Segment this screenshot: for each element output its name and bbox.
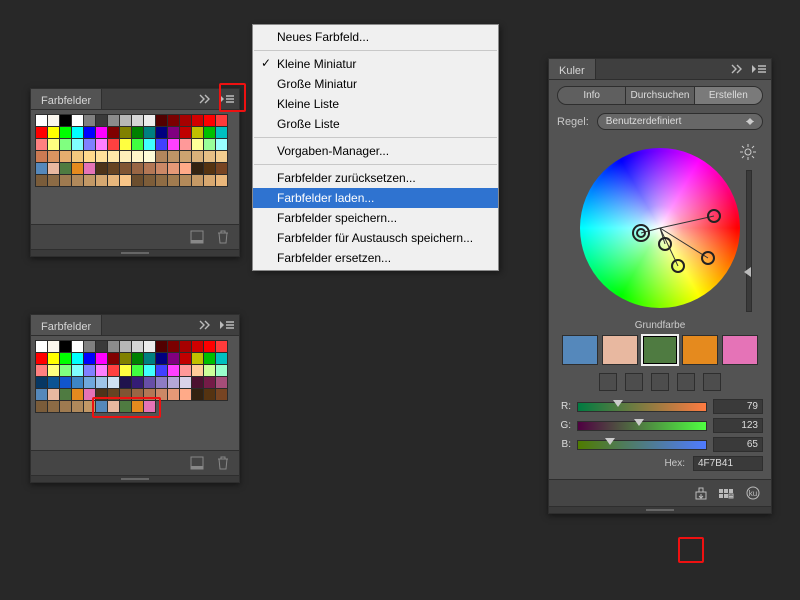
tab-browse[interactable]: Durchsuchen bbox=[626, 87, 694, 104]
b-value[interactable]: 65 bbox=[713, 437, 763, 452]
r-slider[interactable] bbox=[577, 402, 707, 412]
theme-swatch[interactable] bbox=[602, 335, 638, 365]
swatches-panel-top: Farbfelder bbox=[30, 88, 240, 257]
trash-icon[interactable] bbox=[215, 229, 231, 245]
menu-item[interactable]: Große Miniatur bbox=[253, 74, 498, 94]
panel-tabbar: Farbfelder bbox=[31, 315, 239, 336]
brightness-icon bbox=[740, 144, 756, 163]
menu-item[interactable]: Farbfelder für Austausch speichern... bbox=[253, 228, 498, 248]
panel-resize-grip[interactable] bbox=[31, 249, 239, 256]
menu-item[interactable]: Große Liste bbox=[253, 114, 498, 134]
r-label: R: bbox=[557, 401, 571, 412]
g-label: G: bbox=[557, 420, 571, 431]
brightness-slider[interactable] bbox=[746, 170, 752, 312]
double-arrow-icon[interactable] bbox=[729, 61, 745, 77]
menu-item[interactable]: Kleine Liste bbox=[253, 94, 498, 114]
color-wheel[interactable] bbox=[570, 138, 750, 318]
trash-icon[interactable] bbox=[215, 455, 231, 471]
theme-swatch[interactable] bbox=[722, 335, 758, 365]
panel-menu-icon[interactable] bbox=[219, 317, 235, 333]
swatch[interactable] bbox=[215, 174, 228, 187]
new-swatch-icon[interactable] bbox=[189, 229, 205, 245]
theme-swatch[interactable] bbox=[642, 335, 678, 365]
panel-tabbar: Farbfelder bbox=[31, 89, 239, 110]
b-slider[interactable] bbox=[577, 440, 707, 450]
tab-create[interactable]: Erstellen bbox=[695, 87, 762, 104]
menu-item[interactable]: Farbfelder zurücksetzen... bbox=[253, 168, 498, 188]
b-label: B: bbox=[557, 439, 571, 450]
mini-icon[interactable] bbox=[599, 373, 617, 391]
g-slider[interactable] bbox=[577, 421, 707, 431]
panel-footer bbox=[31, 224, 239, 249]
kuler-mode-segment[interactable]: Info Durchsuchen Erstellen bbox=[557, 86, 763, 105]
mini-icon[interactable] bbox=[677, 373, 695, 391]
theme-swatches[interactable] bbox=[557, 335, 763, 365]
swatches-panel-bottom: Farbfelder bbox=[30, 314, 240, 483]
tab-swatches[interactable]: Farbfelder bbox=[31, 315, 102, 335]
upload-icon[interactable]: ku bbox=[745, 485, 761, 501]
highlight-add-swatches bbox=[678, 537, 704, 563]
panel-resize-grip[interactable] bbox=[31, 475, 239, 482]
g-value[interactable]: 123 bbox=[713, 418, 763, 433]
panel-tabbar: Kuler bbox=[549, 59, 771, 80]
new-swatch-icon[interactable] bbox=[189, 455, 205, 471]
theme-swatch[interactable] bbox=[562, 335, 598, 365]
mini-icon[interactable] bbox=[651, 373, 669, 391]
rule-select[interactable]: Benutzerdefiniert bbox=[597, 113, 763, 130]
mini-icon[interactable] bbox=[625, 373, 643, 391]
kuler-panel: Kuler Info Durchsuchen Erstellen Regel: … bbox=[548, 58, 772, 514]
swatch-grid[interactable] bbox=[31, 336, 239, 416]
double-arrow-icon[interactable] bbox=[197, 317, 213, 333]
rule-label: Regel: bbox=[557, 116, 589, 128]
mini-icon[interactable] bbox=[703, 373, 721, 391]
hex-value[interactable]: 4F7B41 bbox=[693, 456, 763, 471]
color-model-icons[interactable] bbox=[557, 373, 763, 391]
save-theme-icon[interactable] bbox=[693, 485, 709, 501]
base-color-label: Grundfarbe bbox=[557, 320, 763, 331]
r-value[interactable]: 79 bbox=[713, 399, 763, 414]
theme-swatch[interactable] bbox=[682, 335, 718, 365]
menu-item[interactable]: Farbfelder ersetzen... bbox=[253, 248, 498, 268]
svg-text:ku: ku bbox=[749, 489, 757, 498]
menu-item[interactable]: Farbfelder speichern... bbox=[253, 208, 498, 228]
menu-item[interactable]: Vorgaben-Manager... bbox=[253, 141, 498, 161]
rule-value: Benutzerdefiniert bbox=[606, 116, 682, 127]
tab-kuler[interactable]: Kuler bbox=[549, 59, 596, 79]
tab-swatches[interactable]: Farbfelder bbox=[31, 89, 102, 109]
panel-footer bbox=[31, 450, 239, 475]
panel-resize-grip[interactable] bbox=[549, 506, 771, 513]
panel-menu-icon[interactable] bbox=[219, 91, 235, 107]
double-arrow-icon[interactable] bbox=[197, 91, 213, 107]
panel-menu-icon[interactable] bbox=[751, 61, 767, 77]
menu-item[interactable]: Neues Farbfeld... bbox=[253, 27, 498, 47]
kuler-footer: ku bbox=[549, 479, 771, 506]
hex-label: Hex: bbox=[664, 458, 685, 469]
tab-info[interactable]: Info bbox=[558, 87, 626, 104]
menu-item[interactable]: Kleine Miniatur bbox=[253, 54, 498, 74]
panel-flyout-menu[interactable]: Neues Farbfeld... Kleine MiniaturGroße Mi… bbox=[252, 24, 499, 271]
swatch[interactable] bbox=[215, 388, 228, 401]
swatch-grid[interactable] bbox=[31, 110, 239, 190]
menu-item[interactable]: Farbfelder laden... bbox=[253, 188, 498, 208]
add-to-swatches-icon[interactable] bbox=[719, 485, 735, 501]
swatch[interactable] bbox=[143, 400, 156, 413]
